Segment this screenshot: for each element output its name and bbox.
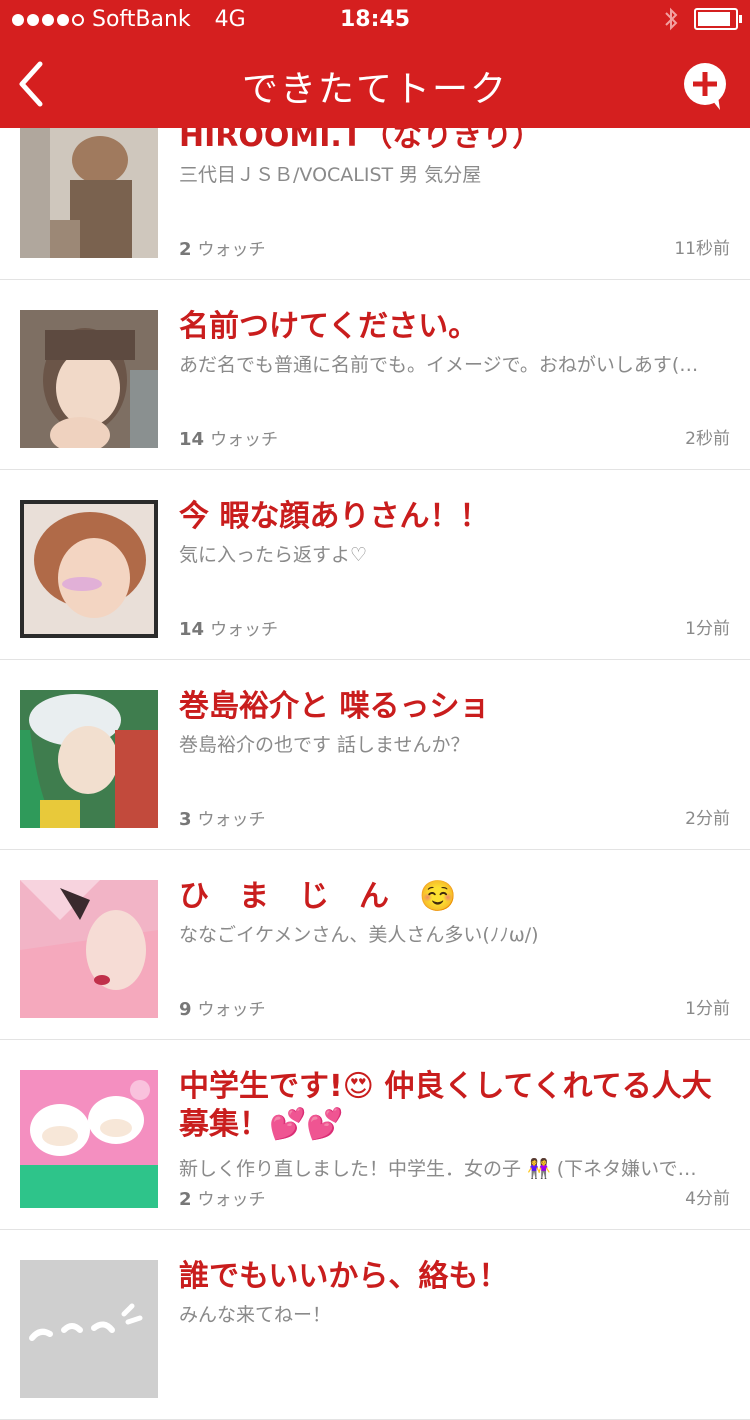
avatar [20, 690, 158, 828]
status-time: 18:45 [339, 7, 411, 32]
list-item[interactable]: 今 暇な顔ありさん！！ 気に入ったら返すよ♡ 14 ウォッチ 1分前 [0, 470, 750, 660]
talk-title: ひ ま じ ん ☺️ [179, 879, 457, 914]
talk-description: 新しく作り直しました！中学生．女の子 👭 (下ネタ嫌いで… [179, 1158, 697, 1180]
talk-description: 三代目ＪＳＢ/VOCALIST 男 気分屋 [179, 164, 482, 186]
talk-description: みんな来てねー！ [179, 1304, 332, 1326]
avatar [20, 310, 158, 448]
bluetooth-icon [665, 7, 678, 31]
post-time: 2秒前 [685, 429, 730, 449]
new-talk-button[interactable] [682, 60, 728, 116]
talk-description: 巻島裕介の也です 話しませんか？ [179, 734, 470, 756]
app-header: SoftBank 4G 18:45 できたてトーク [0, 0, 750, 128]
post-time: 2分前 [685, 809, 730, 829]
status-bar: SoftBank 4G 18:45 [0, 0, 750, 40]
post-time: 1分前 [685, 619, 730, 639]
watch-count: 2 ウォッチ [179, 239, 266, 260]
avatar [20, 1260, 158, 1398]
talk-list: HIROOMI.T（なりきり） 三代目ＪＳＢ/VOCALIST 男 気分屋 2ウ… [0, 90, 750, 1420]
list-item[interactable]: 巻島裕介と 喋るっショ 巻島裕介の也です 話しませんか？ 3 ウォッチ 2分前 [0, 660, 750, 850]
avatar [20, 500, 158, 638]
watch-count: 2 ウォッチ [179, 1189, 266, 1210]
talk-title: 中学生です!😍 仲良くしてくれてる人大募集！💕💕 [179, 1069, 712, 1142]
navigation-bar: できたてトーク [0, 40, 750, 128]
talk-title: 巻島裕介と 喋るっショ [179, 689, 490, 724]
battery-icon [694, 8, 742, 30]
watch-count: 14 ウォッチ [179, 429, 279, 450]
list-item[interactable]: 中学生です!😍 仲良くしてくれてる人大募集！💕💕 新しく作り直しました！中学生．… [0, 1040, 750, 1230]
talk-description: あだ名でも普通に名前でも。イメージで。おねがいしあす(… [179, 354, 699, 376]
talk-description: ななごイケメンさん、美人さん多い(ﾉﾉω/) [179, 924, 539, 946]
talk-title: 名前つけてください。 [179, 309, 479, 344]
list-item[interactable]: ひ ま じ ん ☺️ ななごイケメンさん、美人さん多い(ﾉﾉω/) 9 ウォッチ … [0, 850, 750, 1040]
talk-title: 誰でもいいから、絡も！ [179, 1259, 509, 1294]
list-item[interactable]: 名前つけてください。 あだ名でも普通に名前でも。イメージで。おねがいしあす(… … [0, 280, 750, 470]
avatar [20, 1070, 158, 1208]
avatar [20, 880, 158, 1018]
watch-count: 9 ウォッチ [179, 999, 266, 1020]
page-title: できたてトーク [241, 69, 508, 110]
avatar [20, 120, 158, 258]
post-time: 4分前 [685, 1189, 730, 1209]
list-item[interactable]: 誰でもいいから、絡も！ みんな来てねー！ [0, 1230, 750, 1420]
watch-count: 3 ウォッチ [179, 809, 266, 830]
talk-title: 今 暇な顔ありさん！！ [179, 499, 490, 534]
talk-description: 気に入ったら返すよ♡ [179, 544, 368, 566]
post-time: 1分前 [685, 999, 730, 1019]
watch-count: 14 ウォッチ [179, 619, 279, 640]
post-time: 11秒前 [674, 239, 730, 259]
